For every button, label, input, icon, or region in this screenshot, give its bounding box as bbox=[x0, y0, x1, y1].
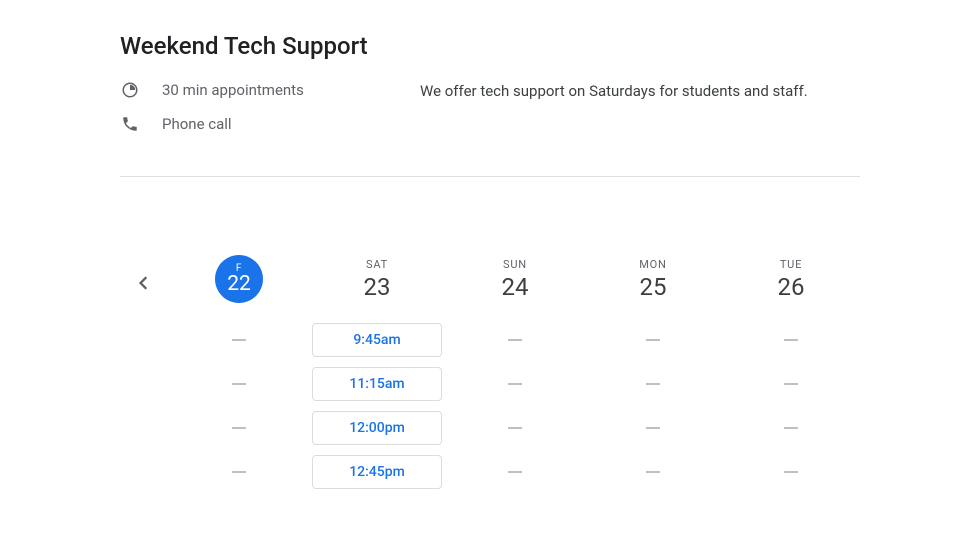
day-column: F22 bbox=[170, 247, 308, 499]
empty-slot bbox=[726, 323, 856, 357]
method-info: Phone call bbox=[120, 114, 420, 134]
empty-slot bbox=[588, 323, 718, 357]
day-header[interactable]: SUN 24 bbox=[502, 247, 529, 311]
day-number: 25 bbox=[640, 273, 667, 301]
clock-icon bbox=[120, 80, 140, 100]
empty-slot bbox=[588, 455, 718, 489]
day-of-week: SAT bbox=[366, 258, 388, 271]
day-header[interactable]: MON 25 bbox=[639, 247, 666, 311]
selected-day[interactable]: F22 bbox=[215, 255, 263, 303]
empty-slot bbox=[726, 411, 856, 445]
empty-slot bbox=[726, 367, 856, 401]
time-slot[interactable]: 12:00pm bbox=[312, 411, 442, 445]
day-of-week: SUN bbox=[503, 258, 527, 271]
time-slot[interactable]: 11:15am bbox=[312, 367, 442, 401]
empty-slot bbox=[450, 367, 580, 401]
empty-slot bbox=[588, 367, 718, 401]
prev-week-button[interactable] bbox=[130, 269, 158, 297]
empty-slot bbox=[588, 411, 718, 445]
time-slot[interactable]: 9:45am bbox=[312, 323, 442, 357]
day-number: 24 bbox=[502, 273, 529, 301]
day-number: 22 bbox=[227, 272, 251, 296]
empty-slot bbox=[726, 455, 856, 489]
day-column: SUN 24 bbox=[446, 247, 584, 499]
day-header[interactable]: SAT 23 bbox=[364, 247, 391, 311]
empty-slot bbox=[450, 411, 580, 445]
day-header[interactable]: TUE 26 bbox=[778, 247, 805, 311]
day-column: TUE 26 bbox=[722, 247, 860, 499]
empty-slot bbox=[450, 323, 580, 357]
empty-slot bbox=[174, 323, 304, 357]
day-number: 26 bbox=[778, 273, 805, 301]
empty-slot bbox=[174, 411, 304, 445]
phone-icon bbox=[120, 114, 140, 134]
service-description: We offer tech support on Saturdays for s… bbox=[420, 80, 860, 100]
day-number: 23 bbox=[364, 273, 391, 301]
divider bbox=[120, 176, 860, 177]
duration-info: 30 min appointments bbox=[120, 80, 420, 100]
empty-slot bbox=[174, 455, 304, 489]
day-of-week: MON bbox=[639, 258, 666, 271]
empty-slot bbox=[174, 367, 304, 401]
duration-text: 30 min appointments bbox=[162, 81, 304, 99]
day-of-week: TUE bbox=[780, 258, 802, 271]
day-column: MON 25 bbox=[584, 247, 722, 499]
day-column: SAT 23 9:45am 11:15am 12:00pm 12:45pm bbox=[308, 247, 446, 499]
empty-slot bbox=[450, 455, 580, 489]
method-text: Phone call bbox=[162, 115, 232, 133]
time-slot[interactable]: 12:45pm bbox=[312, 455, 442, 489]
page-title: Weekend Tech Support bbox=[120, 32, 860, 60]
